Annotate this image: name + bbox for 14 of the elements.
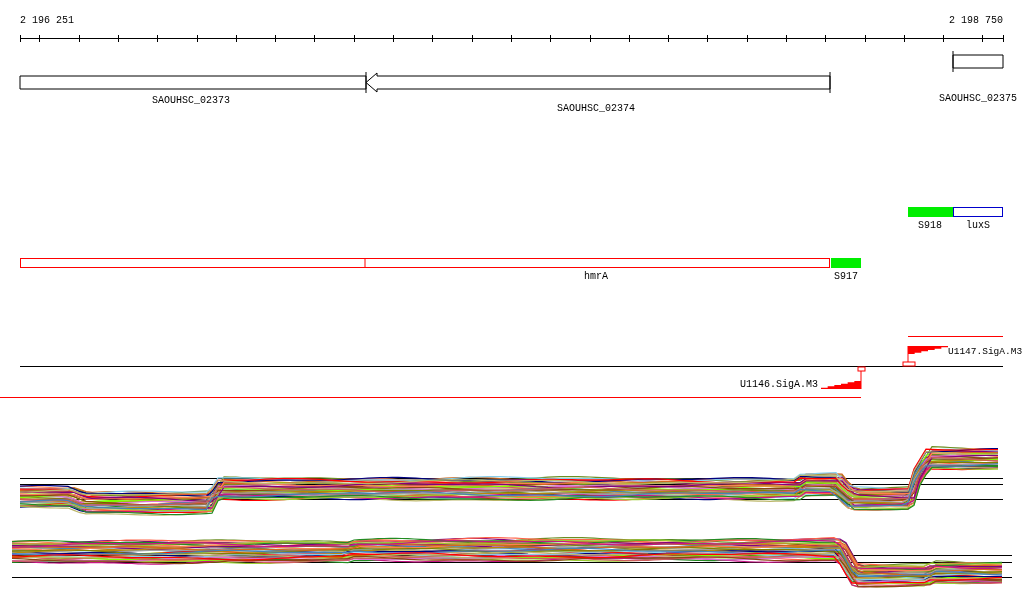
promoter-flag	[902, 345, 948, 367]
gene-label: SAOUHSC_02375	[939, 93, 1017, 104]
feature-label: hmrA	[584, 271, 608, 282]
gene-label: SAOUHSC_02374	[557, 103, 635, 114]
feature-label: S918	[918, 220, 942, 231]
promoter-label: U1147.SigA.M3	[948, 346, 1023, 357]
promoter-flag	[821, 366, 866, 390]
gene-arrow	[952, 50, 1004, 73]
ruler-end-label: 2 198 750	[949, 15, 1003, 26]
feature-label: luxS	[966, 220, 990, 231]
ruler-start-label: 2 196 251	[20, 15, 74, 26]
feature-label: S917	[834, 271, 858, 282]
gene-label: SAOUHSC_02373	[152, 95, 230, 106]
promoter-label: U1146.SigA.M3	[740, 379, 818, 390]
